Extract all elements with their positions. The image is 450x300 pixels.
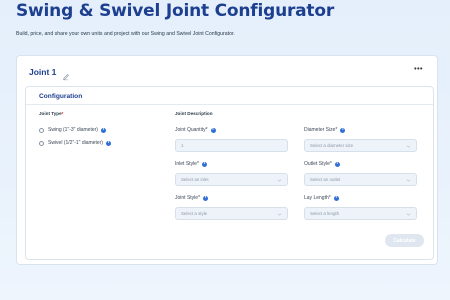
- info-icon[interactable]: i: [100, 127, 106, 133]
- chevron-down-icon: [406, 179, 411, 182]
- inlet-style-placeholder: Select an inlet: [181, 177, 209, 182]
- info-icon[interactable]: i: [340, 127, 346, 133]
- required-mark: *: [61, 111, 64, 116]
- calculate-button[interactable]: Calculate: [385, 234, 424, 247]
- info-icon[interactable]: i: [334, 161, 340, 167]
- outlet-style-placeholder: Select an outlet: [310, 177, 341, 182]
- configuration-panel: Configuration Joint Type* Swing (1"-3" d…: [25, 86, 434, 260]
- radio-swing-label: Swing (1"-3" diameter): [48, 127, 98, 133]
- chevron-down-icon: [406, 145, 411, 148]
- diameter-size-placeholder: Select a diameter size: [310, 143, 354, 148]
- joint-title: Joint 1: [29, 67, 57, 77]
- lay-length-label-text: Lay Length*: [304, 195, 331, 201]
- page-subtitle: Build, price, and share your own units a…: [16, 31, 235, 37]
- joint-quantity-value: 1: [181, 143, 184, 148]
- joint-style-select[interactable]: Select a style: [175, 207, 288, 220]
- outlet-style-label-text: Outlet Style*: [304, 161, 332, 167]
- radio-circle[interactable]: [39, 140, 44, 146]
- configuration-title: Configuration: [39, 93, 83, 100]
- radio-swing[interactable]: Swing (1"-3" diameter) i: [39, 127, 106, 133]
- joint-style-label-text: Joint Style*: [175, 195, 201, 201]
- joint-type-label-text: Joint Type: [39, 111, 62, 116]
- inlet-style-select[interactable]: Select an inlet: [175, 173, 288, 186]
- chevron-down-icon: [406, 213, 411, 216]
- radio-swivel-label: Swivel (1/2"-1" diameter): [48, 140, 103, 146]
- joint-quantity-label: Joint Quantity* i: [175, 127, 216, 133]
- joint-quantity-input[interactable]: 1: [175, 139, 288, 152]
- chevron-down-icon: [277, 179, 282, 182]
- diameter-size-label-text: Diameter Size*: [304, 127, 338, 133]
- joint-style-placeholder: Select a style: [181, 211, 208, 216]
- joint-quantity-label-text: Joint Quantity*: [175, 127, 208, 133]
- more-options-icon[interactable]: •••: [414, 66, 423, 73]
- info-icon[interactable]: i: [333, 195, 339, 201]
- edit-pencil-icon[interactable]: [62, 68, 70, 81]
- radio-circle[interactable]: [39, 127, 44, 133]
- lay-length-select[interactable]: Select a length: [304, 207, 417, 220]
- joint-header: Joint 1: [29, 66, 70, 81]
- info-icon[interactable]: i: [105, 140, 111, 146]
- joint-style-label: Joint Style* i: [175, 195, 209, 201]
- joint-type-label: Joint Type*: [39, 111, 63, 116]
- inlet-style-label-text: Inlet Style*: [175, 161, 199, 167]
- chevron-down-icon: [277, 213, 282, 216]
- lay-length-label: Lay Length* i: [304, 195, 339, 201]
- configuration-divider: [26, 104, 433, 105]
- page-title: Swing & Swivel Joint Configurator: [16, 1, 335, 21]
- outlet-style-label: Outlet Style* i: [304, 161, 340, 167]
- diameter-size-select[interactable]: Select a diameter size: [304, 139, 417, 152]
- radio-swivel[interactable]: Swivel (1/2"-1" diameter) i: [39, 140, 111, 146]
- info-icon[interactable]: i: [203, 195, 209, 201]
- info-icon[interactable]: i: [210, 127, 216, 133]
- outlet-style-select[interactable]: Select an outlet: [304, 173, 417, 186]
- lay-length-placeholder: Select a length: [310, 211, 340, 216]
- joint-description-label: Joint Description: [175, 111, 213, 116]
- diameter-size-label: Diameter Size* i: [304, 127, 346, 133]
- joint-card: Joint 1 ••• Configuration Joint Type* Sw…: [16, 55, 438, 265]
- inlet-style-label: Inlet Style* i: [175, 161, 207, 167]
- info-icon[interactable]: i: [201, 161, 207, 167]
